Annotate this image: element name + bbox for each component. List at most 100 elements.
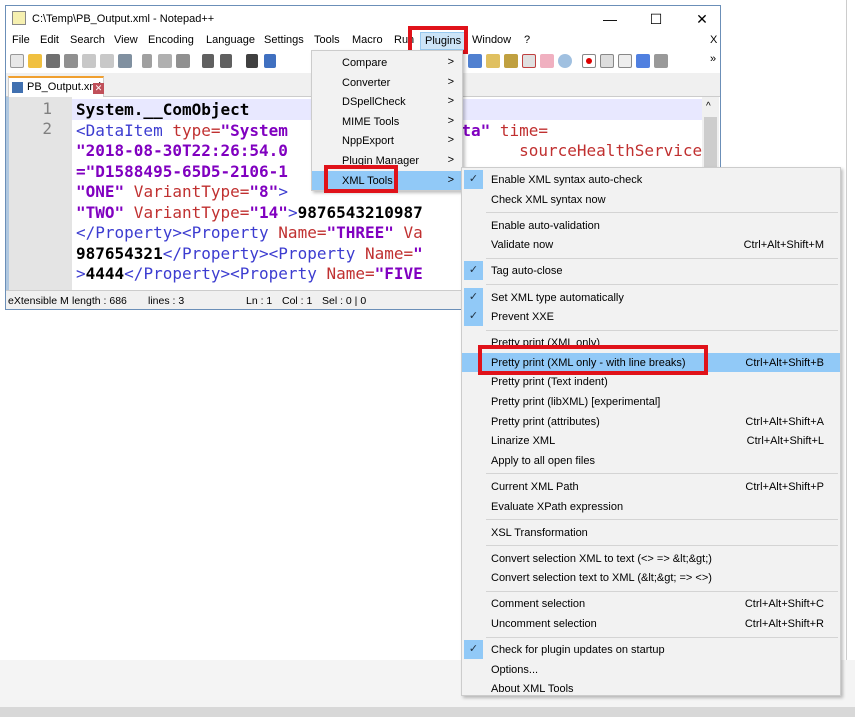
toolbar-overflow-icon[interactable]: » <box>710 53 716 65</box>
xml-tools-item[interactable]: Apply to all open files <box>462 451 840 471</box>
xml-tools-item[interactable]: Current XML Path Ctrl+Alt+Shift+P <box>462 477 840 497</box>
copy-icon[interactable] <box>158 54 172 68</box>
xml-tools-item[interactable]: Check XML syntax now <box>462 190 840 210</box>
code-line: ="D1588495-65D5-2106-1 <box>76 162 288 182</box>
menu-item-label: Pretty print (Text indent) <box>491 376 608 389</box>
xml-tools-item[interactable]: ✓ Enable XML syntax auto-check <box>462 170 840 190</box>
xml-tools-item[interactable]: Linarize XML Ctrl+Alt+Shift+L <box>462 431 840 451</box>
stop-macro-icon[interactable] <box>600 54 614 68</box>
menu-tools[interactable]: Tools <box>314 34 340 46</box>
menu-item-label: Set XML type automatically <box>491 291 624 304</box>
plugins-item-converter[interactable]: Converter > <box>312 73 462 93</box>
menu-item-label: Apply to all open files <box>491 454 595 467</box>
menu-window[interactable]: Window <box>472 34 511 46</box>
plugins-item-nppexport[interactable]: NppExport > <box>312 131 462 151</box>
code-token: Name= <box>326 264 375 283</box>
wrap-icon[interactable] <box>468 54 482 68</box>
print-icon[interactable] <box>118 54 132 68</box>
close-button[interactable]: ✕ <box>682 8 722 30</box>
code-token: </Property><Property <box>76 223 279 242</box>
folder-icon[interactable] <box>540 54 554 68</box>
xml-tools-item[interactable]: XSL Transformation <box>462 523 840 543</box>
checkmark-icon: ✓ <box>464 261 483 281</box>
menu-separator <box>486 284 838 285</box>
xml-tools-item[interactable]: Uncomment selection Ctrl+Alt+Shift+R <box>462 614 840 634</box>
xml-tools-item[interactable]: Pretty print (libXML) [experimental] <box>462 392 840 412</box>
paste-icon[interactable] <box>176 54 190 68</box>
menu-settings[interactable]: Settings <box>264 34 304 46</box>
replace-icon[interactable] <box>264 54 276 68</box>
status-sel: Sel : 0 | 0 <box>322 295 367 307</box>
xml-tools-item[interactable]: Validate now Ctrl+Alt+Shift+M <box>462 235 840 255</box>
xml-tools-item[interactable]: Convert selection XML to text (<> => &lt… <box>462 549 840 569</box>
xml-tools-item[interactable]: Comment selection Ctrl+Alt+Shift+C <box>462 594 840 614</box>
menu-separator <box>486 590 838 592</box>
xml-tools-item[interactable]: ✓ Check for plugin updates on startup <box>462 640 840 660</box>
scroll-up-icon[interactable]: ^ <box>706 101 711 112</box>
open-file-icon[interactable] <box>28 54 42 68</box>
xml-tools-item[interactable]: Enable auto-validation <box>462 216 840 236</box>
folder-workspace-icon[interactable] <box>522 54 536 68</box>
status-length: length : 686 <box>72 295 127 307</box>
menu-bar: File Edit Search View Encoding Language … <box>6 32 720 50</box>
xml-tools-item[interactable]: Convert selection text to XML (&lt;&gt; … <box>462 568 840 588</box>
undo-icon[interactable] <box>202 54 214 68</box>
menu-item-shortcut: Ctrl+Alt+Shift+P <box>745 480 824 493</box>
xml-tools-item[interactable]: Evaluate XPath expression <box>462 497 840 517</box>
maximize-button[interactable]: ☐ <box>636 8 676 30</box>
redo-icon[interactable] <box>220 54 232 68</box>
new-file-icon[interactable] <box>10 54 24 68</box>
close-file-icon[interactable] <box>82 54 96 68</box>
menu-help[interactable]: ? <box>524 34 530 46</box>
xml-tools-item[interactable]: ✓ Tag auto-close <box>462 261 840 281</box>
menu-language[interactable]: Language <box>206 34 255 46</box>
menu-item-label: XSL Transformation <box>491 526 588 539</box>
cut-icon[interactable] <box>142 54 152 68</box>
xml-tools-item[interactable]: ✓ Prevent XXE <box>462 307 840 327</box>
menu-view[interactable]: View <box>114 34 138 46</box>
close-all-icon[interactable] <box>100 54 114 68</box>
window-title: C:\Temp\PB_Output.xml - Notepad++ <box>32 13 215 25</box>
save-icon[interactable] <box>46 54 60 68</box>
run-multiple-macro-icon[interactable] <box>636 54 650 68</box>
play-macro-icon[interactable] <box>618 54 632 68</box>
code-token: ta" <box>461 120 491 140</box>
xml-tools-item[interactable]: Options... <box>462 660 840 680</box>
code-token: type= <box>172 120 221 140</box>
plugins-item-compare[interactable]: Compare > <box>312 53 462 73</box>
checkmark-icon: ✓ <box>464 640 483 660</box>
tab-close-icon[interactable]: ✕ <box>93 83 104 94</box>
xml-tools-item[interactable]: ✓ Set XML type automatically <box>462 287 840 308</box>
menu-item-label: Enable auto-validation <box>491 219 600 232</box>
menu-edit[interactable]: Edit <box>40 34 59 46</box>
menu-separator <box>486 636 838 638</box>
close-document-button[interactable]: X <box>710 34 717 46</box>
menu-file[interactable]: File <box>12 34 30 46</box>
code-token: "FIVE <box>374 264 423 283</box>
menu-separator <box>486 519 838 521</box>
menu-encoding[interactable]: Encoding <box>148 34 194 46</box>
minimize-button[interactable]: — <box>590 8 630 30</box>
code-line: </Property><Property Name="THREE" Va <box>76 223 423 243</box>
xml-tools-item[interactable]: About XML Tools <box>462 679 840 699</box>
record-macro-icon[interactable] <box>582 54 596 68</box>
menu-item-shortcut: Ctrl+Alt+Shift+C <box>744 598 824 611</box>
xml-tools-item[interactable]: Pretty print (attributes) Ctrl+Alt+Shift+… <box>462 412 840 432</box>
xml-tools-item[interactable]: Pretty print (Text indent) <box>462 372 840 392</box>
menu-item-label: Converter <box>342 76 391 89</box>
menu-macro[interactable]: Macro <box>352 34 383 46</box>
tab-pb-output[interactable]: PB_Output.xml ✕ <box>8 76 104 97</box>
chevron-right-icon: > <box>447 114 454 127</box>
title-bar: C:\Temp\PB_Output.xml - Notepad++ — ☐ ✕ <box>6 6 720 32</box>
doc-map-icon[interactable] <box>486 54 500 68</box>
code-token: "8" <box>249 182 279 201</box>
plugins-item-mime-tools[interactable]: MIME Tools > <box>312 112 462 132</box>
code-token: "14" <box>249 202 288 222</box>
monitor-icon[interactable] <box>558 54 572 68</box>
plugins-item-dspellcheck[interactable]: DSpellCheck > <box>312 92 462 112</box>
find-icon[interactable] <box>246 54 258 68</box>
save-all-icon[interactable] <box>64 54 78 68</box>
function-list-icon[interactable] <box>504 54 518 68</box>
menu-search[interactable]: Search <box>70 34 105 46</box>
save-macro-icon[interactable] <box>654 54 668 68</box>
